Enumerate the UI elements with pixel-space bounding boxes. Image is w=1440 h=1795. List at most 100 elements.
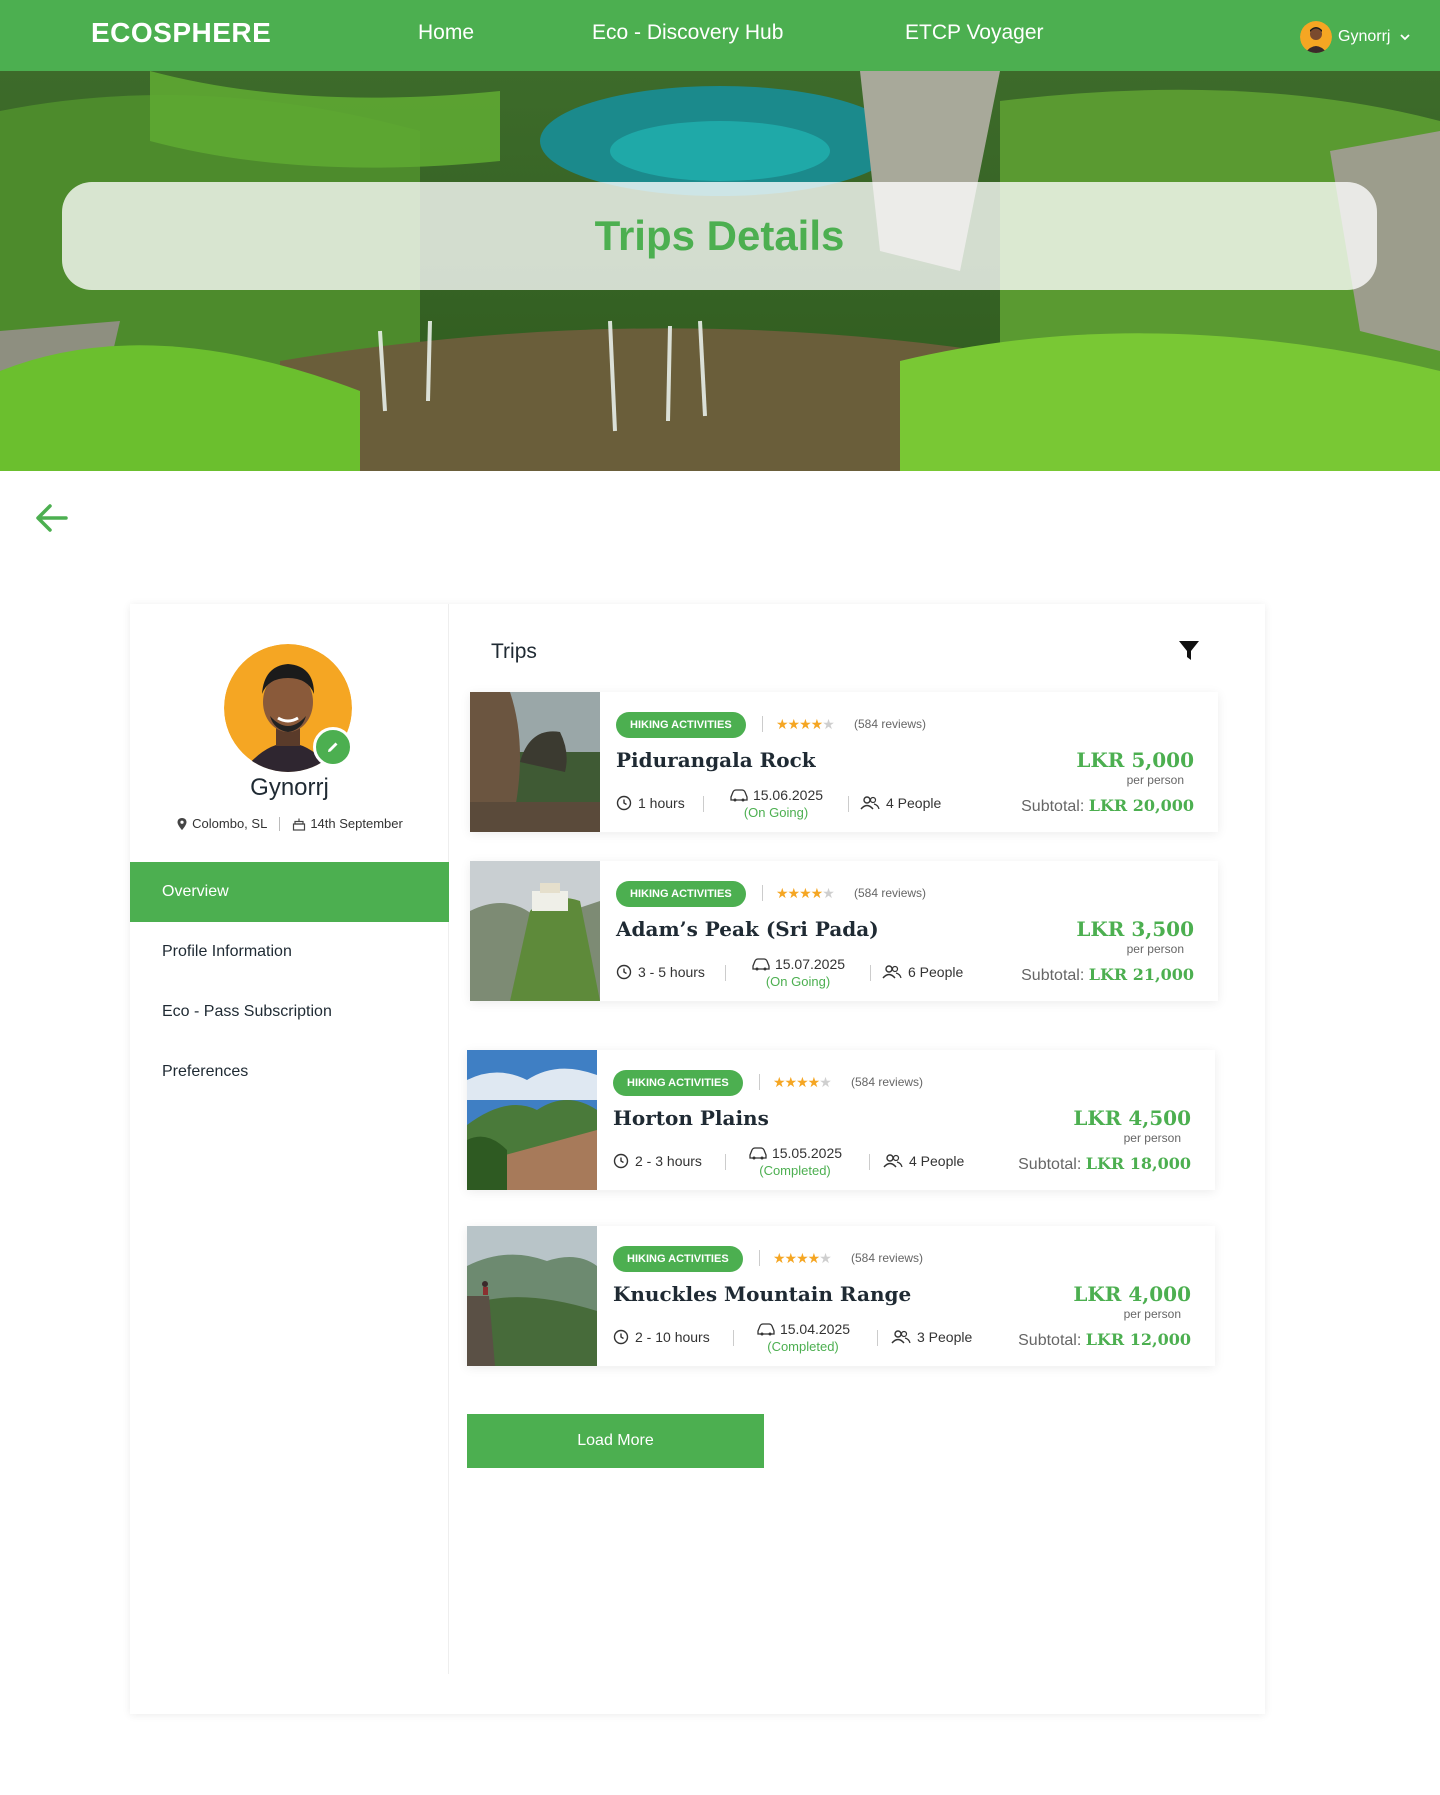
date-text: 15.04.2025	[779, 1321, 851, 1337]
subtotal-label: Subtotal:	[1021, 798, 1085, 815]
trip-name[interactable]: Adam’s Peak (Sri Pada)	[616, 917, 879, 941]
nav-voyager-link[interactable]: ETCP Voyager	[905, 21, 1044, 45]
duration-text: 2 - 3 hours	[635, 1153, 702, 1169]
trip-status: (Completed)	[767, 1339, 839, 1354]
people-text: 6 People	[908, 964, 964, 980]
trip-thumbnail	[470, 692, 600, 832]
brand-logo[interactable]: ECOSPHERE	[91, 17, 271, 49]
trip-subtotal: Subtotal: LKR 21,000	[1021, 965, 1194, 985]
review-count: (584 reviews)	[851, 1251, 924, 1265]
people-text: 3 People	[917, 1329, 973, 1345]
profile-birthday: 14th September	[310, 816, 403, 831]
activity-tag: HIKING ACTIVITIES	[616, 881, 746, 907]
per-person-label: per person	[1126, 773, 1184, 787]
nav-discovery-link[interactable]: Eco - Discovery Hub	[592, 21, 783, 45]
subtotal-label: Subtotal:	[1021, 967, 1085, 984]
people-text: 4 People	[886, 795, 942, 811]
hero-title-panel: Trips Details	[62, 182, 1377, 290]
subtotal-value: LKR 18,000	[1085, 1154, 1191, 1173]
divider	[725, 965, 726, 981]
trip-subtotal: Subtotal: LKR 20,000	[1021, 796, 1194, 816]
divider	[870, 965, 871, 981]
rating-stars: ★★★★★	[776, 716, 835, 732]
per-person-label: per person	[1126, 942, 1184, 956]
trip-duration: 1 hours	[616, 795, 685, 811]
trip-thumbnail	[467, 1050, 597, 1190]
trip-name[interactable]: Horton Plains	[613, 1106, 769, 1130]
meta-divider	[279, 816, 281, 831]
trip-date: 15.06.2025 (On Going)	[716, 786, 836, 822]
trip-subtotal: Subtotal: LKR 18,000	[1018, 1154, 1191, 1174]
people-icon	[891, 1330, 911, 1344]
trip-card[interactable]: HIKING ACTIVITIES ★★★★★ (584 reviews) Ad…	[470, 861, 1218, 1001]
trip-people: 3 People	[891, 1329, 972, 1345]
trip-duration: 2 - 3 hours	[613, 1153, 702, 1169]
divider	[869, 1154, 870, 1170]
user-avatar	[1300, 21, 1332, 53]
sidebar-item-preferences[interactable]: Preferences	[130, 1042, 449, 1102]
trip-status: (On Going)	[743, 805, 809, 820]
edit-profile-button[interactable]	[313, 727, 353, 767]
rating-stars: ★★★★★	[773, 1250, 832, 1266]
per-person-label: per person	[1123, 1307, 1181, 1321]
divider	[759, 1074, 760, 1090]
subtotal-value: LKR 12,000	[1085, 1330, 1191, 1349]
rating-stars: ★★★★★	[776, 885, 835, 901]
load-more-button[interactable]: Load More	[467, 1414, 764, 1468]
trip-subtotal: Subtotal: LKR 12,000	[1018, 1330, 1191, 1350]
clock-icon	[616, 964, 632, 980]
profile-sidebar: Gynorrj Colombo, SL 14th September Overv…	[130, 604, 449, 1674]
trip-price: LKR 5,000	[1076, 748, 1194, 772]
people-icon	[883, 1154, 903, 1168]
subtotal-label: Subtotal:	[1018, 1332, 1082, 1349]
trip-name[interactable]: Pidurangala Rock	[616, 748, 816, 772]
trip-card[interactable]: HIKING ACTIVITIES ★★★★★ (584 reviews) Kn…	[467, 1226, 1215, 1366]
date-text: 15.05.2025	[771, 1145, 843, 1161]
divider	[762, 885, 763, 901]
sidebar-item-profile-information[interactable]: Profile Information	[130, 922, 449, 982]
sidebar-item-eco-pass-subscription[interactable]: Eco - Pass Subscription	[130, 982, 449, 1042]
divider	[759, 1250, 760, 1266]
nav-home-link[interactable]: Home	[418, 21, 474, 45]
hero-banner-image: Trips Details	[0, 71, 1440, 471]
review-count: (584 reviews)	[854, 717, 927, 731]
car-icon	[752, 958, 770, 971]
duration-text: 3 - 5 hours	[638, 964, 705, 980]
car-icon	[757, 1323, 775, 1336]
back-arrow-icon[interactable]	[30, 496, 74, 540]
per-person-label: per person	[1123, 1131, 1181, 1145]
date-text: 15.07.2025	[774, 956, 846, 972]
location-pin-icon	[177, 817, 187, 830]
sidebar-item-overview[interactable]: Overview	[130, 862, 449, 922]
trip-status: (Completed)	[759, 1163, 831, 1178]
trip-people: 4 People	[860, 795, 941, 811]
trips-card: Gynorrj Colombo, SL 14th September Overv…	[130, 604, 1265, 1714]
car-icon	[730, 789, 748, 802]
clock-icon	[613, 1329, 629, 1345]
review-count: (584 reviews)	[854, 886, 927, 900]
trip-name[interactable]: Knuckles Mountain Range	[613, 1282, 911, 1306]
trip-duration: 3 - 5 hours	[616, 964, 705, 980]
trip-price: LKR 4,500	[1073, 1106, 1191, 1130]
people-icon	[860, 796, 880, 810]
subtotal-value: LKR 20,000	[1088, 796, 1194, 815]
trip-card[interactable]: HIKING ACTIVITIES ★★★★★ (584 reviews) Ho…	[467, 1050, 1215, 1190]
trip-people: 6 People	[882, 964, 963, 980]
activity-tag: HIKING ACTIVITIES	[613, 1070, 743, 1096]
review-count: (584 reviews)	[851, 1075, 924, 1089]
trip-date: 15.07.2025 (On Going)	[738, 955, 858, 991]
page-title: Trips Details	[594, 212, 845, 259]
divider	[733, 1330, 734, 1346]
trip-thumbnail	[470, 861, 600, 1001]
chevron-down-icon	[1400, 34, 1411, 41]
user-menu[interactable]: Gynorrj	[1300, 21, 1412, 53]
divider	[848, 796, 849, 812]
trip-card[interactable]: HIKING ACTIVITIES ★★★★★ (584 reviews) Pi…	[470, 692, 1218, 832]
clock-icon	[616, 795, 632, 811]
trip-status: (On Going)	[765, 974, 831, 989]
divider	[703, 796, 704, 812]
profile-name: Gynorrj	[250, 774, 329, 801]
duration-text: 1 hours	[638, 795, 685, 811]
user-name: Gynorrj	[1338, 28, 1391, 45]
filter-icon[interactable]	[1176, 638, 1202, 664]
